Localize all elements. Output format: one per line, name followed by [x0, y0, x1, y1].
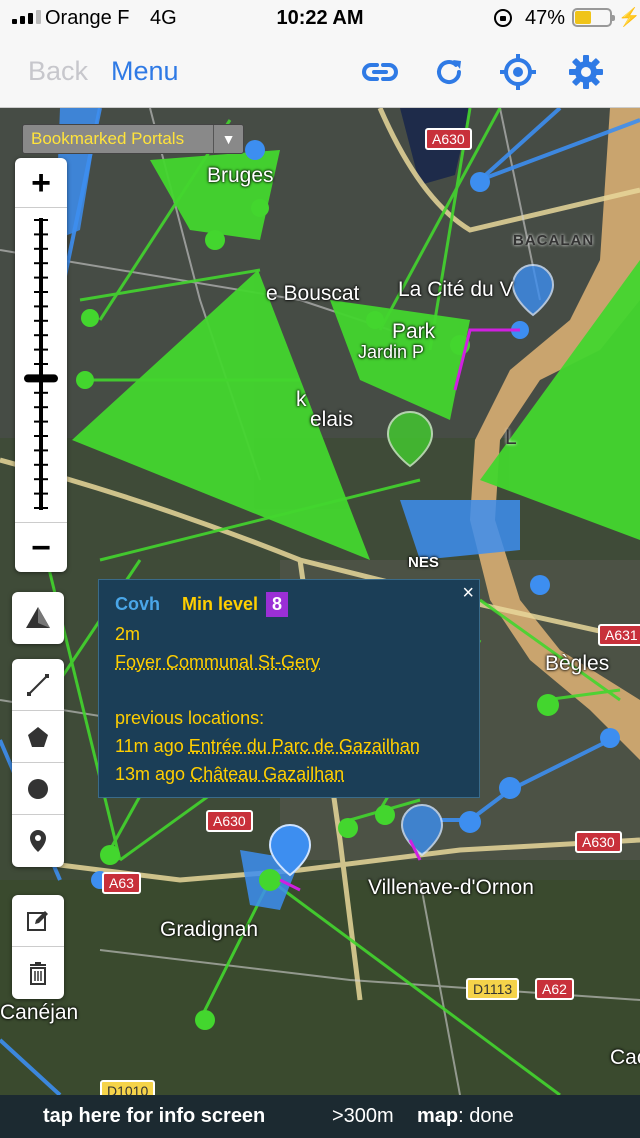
gear-icon[interactable]: [566, 52, 606, 92]
level-badge: 8: [266, 592, 289, 617]
place-label: e Bouscat: [266, 282, 360, 305]
locate-icon[interactable]: [498, 52, 538, 92]
draw-marker-button[interactable]: [12, 815, 64, 867]
zoom-out-button[interactable]: −: [15, 522, 67, 572]
previous-time: 11m ago: [115, 736, 184, 756]
edit-layers-button[interactable]: [12, 895, 64, 947]
map-status: map: done: [417, 1105, 514, 1128]
place-label: Canéjan: [0, 1001, 79, 1024]
terrain-icon: [26, 607, 50, 628]
layer-toggle-group: [12, 592, 64, 644]
place-label: Park: [392, 320, 436, 343]
place-label: BACALAN: [513, 232, 595, 249]
edit-icon: [27, 910, 48, 931]
charging-icon: ⚡: [618, 7, 640, 27]
menu-button[interactable]: Menu: [111, 56, 179, 87]
previous-location-link[interactable]: Entrée du Parc de Gazailhan: [189, 736, 420, 756]
road-shield: A63: [102, 872, 141, 894]
trash-icon: [30, 962, 46, 985]
place-label: Cac: [610, 1046, 640, 1069]
draw-polyline-button[interactable]: [12, 659, 64, 711]
road-shield: A630: [206, 810, 253, 832]
portal-filter-select[interactable]: Bookmarked Portals ▼: [22, 124, 244, 154]
place-label: Jardin P: [358, 342, 425, 362]
map-status-value: : done: [458, 1105, 514, 1127]
delete-layers-button[interactable]: [12, 947, 64, 999]
terrain-toggle-button[interactable]: [12, 592, 64, 644]
refresh-icon[interactable]: [429, 52, 469, 92]
previous-location-link[interactable]: Château Gazailhan: [190, 764, 344, 784]
status-bar: Orange F 4G 10:22 AM 47% ⚡: [0, 0, 640, 36]
marker-icon: [30, 830, 46, 852]
previous-locations-label: previous locations:: [115, 708, 265, 728]
zoom-slider-handle: [24, 374, 58, 383]
min-level-label: Min level: [182, 594, 259, 614]
rotation-lock-icon: [494, 9, 512, 27]
circle-icon: [28, 778, 48, 799]
previous-time: 13m ago: [115, 764, 186, 784]
player-tracker-popup: × Covh Min level 8 2m Foyer Communal St-…: [98, 579, 480, 798]
nav-bar: Back Menu: [0, 36, 640, 108]
edit-tools: [12, 895, 64, 999]
portal-filter-value: Bookmarked Portals: [31, 129, 185, 148]
road-shield: D1113: [466, 978, 520, 1000]
place-label: Bègles: [545, 652, 610, 675]
battery-percent: 47%: [525, 7, 566, 29]
road-shield: A630: [575, 831, 622, 853]
back-button[interactable]: Back: [28, 56, 88, 87]
polyline-icon: [27, 673, 49, 696]
chevron-down-icon: ▼: [213, 125, 243, 153]
last-seen-time: 2m: [115, 624, 141, 644]
road-shield: A631: [598, 624, 640, 646]
bottom-status-bar[interactable]: tap here for info screen >300m map: done: [0, 1095, 640, 1138]
road-shield: A630: [425, 128, 472, 150]
place-label: k: [296, 388, 307, 411]
polygon-icon: [28, 726, 48, 747]
place-label: Villenave-d'Ornon: [368, 876, 534, 899]
link-icon[interactable]: [360, 52, 400, 92]
place-label: Bruges: [207, 164, 274, 187]
place-label: NES: [408, 554, 439, 571]
draw-tools: [12, 659, 64, 867]
close-icon[interactable]: ×: [462, 582, 474, 605]
draw-polygon-button[interactable]: [12, 711, 64, 763]
road-shield: D1010: [100, 1080, 156, 1095]
zoom-control: + −: [15, 158, 67, 572]
place-label: Gradignan: [160, 918, 259, 941]
place-label: L: [505, 426, 517, 449]
info-screen-link[interactable]: tap here for info screen: [43, 1105, 265, 1128]
draw-circle-button[interactable]: [12, 763, 64, 815]
place-label: elais: [310, 408, 354, 431]
battery-icon: [572, 8, 615, 27]
zoom-slider[interactable]: [15, 208, 67, 522]
map-status-label: map: [417, 1105, 459, 1127]
place-label: La Cité du V: [398, 278, 514, 301]
previous-location-row: 11m ago Entrée du Parc de Gazailhan: [115, 736, 420, 757]
scale-distance: >300m: [332, 1105, 394, 1127]
road-shield: A62: [535, 978, 574, 1000]
previous-location-row: 13m ago Château Gazailhan: [115, 764, 344, 785]
zoom-in-button[interactable]: +: [15, 158, 67, 208]
agent-name: Covh: [115, 594, 160, 614]
last-location-link[interactable]: Foyer Communal St-Gery: [115, 652, 320, 673]
